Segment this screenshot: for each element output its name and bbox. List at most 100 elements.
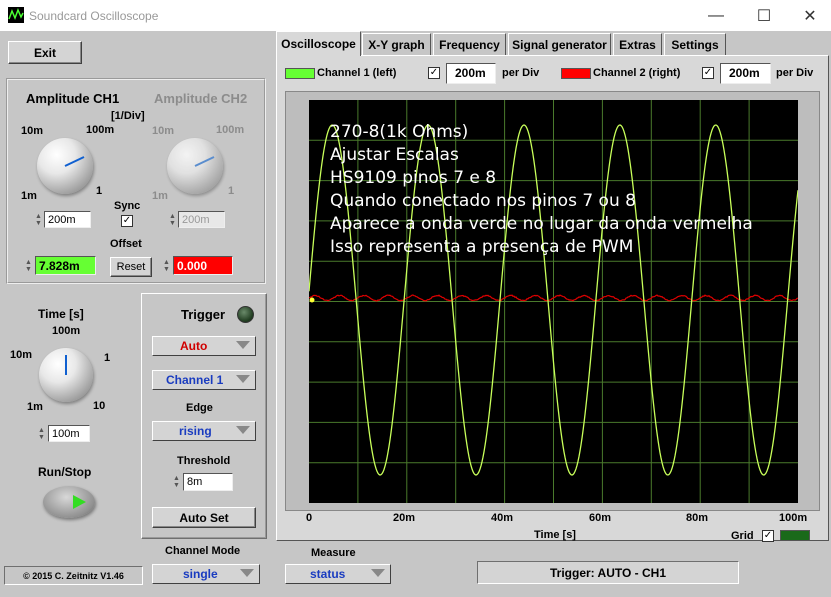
ch1-knob-tick-10m: 10m: [21, 125, 43, 137]
threshold-label: Threshold: [177, 455, 230, 467]
x-tick-0: 0: [306, 512, 312, 524]
play-icon: [73, 495, 87, 509]
auto-set-button[interactable]: Auto Set: [152, 507, 256, 528]
edge-label: Edge: [186, 402, 213, 414]
amplitude-ch1-title: Amplitude CH1: [26, 91, 119, 106]
ch2-scale-input[interactable]: 200m: [178, 211, 225, 228]
trigger-panel: [141, 293, 267, 539]
grid-color-swatch[interactable]: [780, 530, 810, 541]
time-knob-tick-1: 1: [104, 352, 110, 364]
annotation-line-4: Quando conectado nos pinos 7 ou 8: [330, 190, 753, 213]
tab-oscilloscope[interactable]: Oscilloscope: [276, 31, 361, 56]
amplitude-ch2-knob[interactable]: [167, 138, 223, 194]
channel-2-checkbox[interactable]: ✓: [702, 67, 714, 79]
tab-xy-graph[interactable]: X-Y graph: [362, 33, 431, 55]
time-knob-tick-10m: 10m: [10, 349, 32, 361]
time-scale-spinner[interactable]: ▲ ▼: [37, 425, 46, 442]
close-button[interactable]: ✕: [787, 0, 831, 31]
channel-mode-value: single: [183, 567, 218, 581]
measure-dropdown[interactable]: status: [285, 564, 391, 584]
maximize-button[interactable]: ☐: [741, 0, 787, 31]
channel-2-color-swatch[interactable]: [561, 68, 591, 79]
annotation-line-2: Ajustar Escalas: [330, 144, 753, 167]
grid-checkbox[interactable]: ✓: [762, 530, 774, 542]
chevron-down-icon: [236, 375, 250, 383]
time-knob-tick-100m: 100m: [52, 325, 80, 337]
ch1-knob-pointer: [37, 138, 93, 194]
amplitude-ch1-knob[interactable]: [37, 138, 93, 194]
channel-mode-dropdown[interactable]: single: [152, 564, 260, 584]
tab-settings[interactable]: Settings: [664, 33, 726, 55]
window-title: Soundcard Oscilloscope: [29, 9, 158, 23]
annotation-line-3: HS9109 pinos 7 e 8: [330, 167, 753, 190]
chevron-down-icon: [236, 426, 250, 434]
amplitude-unit: [1/Div]: [111, 110, 145, 122]
exit-button[interactable]: Exit: [8, 41, 82, 64]
x-tick-80m: 80m: [686, 512, 708, 524]
run-stop-button[interactable]: [43, 486, 95, 518]
threshold-spinner[interactable]: ▲ ▼: [172, 473, 181, 490]
annotation-line-6: Isso representa a presença de PWM: [330, 236, 753, 259]
grid-label: Grid: [731, 530, 754, 542]
trigger-mode-dropdown[interactable]: Auto: [152, 336, 256, 356]
ch2-knob-tick-100m: 100m: [216, 124, 244, 136]
ch2-knob-tick-1: 1: [228, 185, 234, 197]
threshold-input[interactable]: 8m: [183, 473, 233, 491]
minimize-button[interactable]: —: [693, 0, 739, 31]
measure-label: Measure: [311, 547, 356, 559]
x-tick-40m: 40m: [491, 512, 513, 524]
trigger-title: Trigger: [181, 307, 225, 322]
tab-signal-generator[interactable]: Signal generator: [508, 33, 611, 55]
measure-value: status: [310, 567, 345, 581]
channel-1-per-div-label: per Div: [502, 67, 539, 79]
ch1-scale-spinner[interactable]: ▲ ▼: [34, 211, 43, 228]
trigger-channel-value: Channel 1: [166, 373, 223, 387]
x-tick-60m: 60m: [589, 512, 611, 524]
edge-dropdown[interactable]: rising: [152, 421, 256, 441]
x-tick-20m: 20m: [393, 512, 415, 524]
ch2-knob-tick-10m: 10m: [152, 125, 174, 137]
time-scale-input[interactable]: 100m: [48, 425, 90, 442]
amplitude-ch2-title: Amplitude CH2: [154, 91, 247, 106]
offset-reset-button[interactable]: Reset: [110, 257, 152, 277]
trigger-channel-dropdown[interactable]: Channel 1: [152, 370, 256, 390]
ch2-knob-pointer: [167, 138, 223, 194]
tab-extras[interactable]: Extras: [613, 33, 662, 55]
ch2-knob-tick-1m: 1m: [152, 190, 168, 202]
time-knob-tick-10: 10: [93, 400, 105, 412]
x-axis-label: Time [s]: [534, 529, 576, 541]
annotation-line-5: Aparece a onda verde no lugar da onda ve…: [330, 213, 753, 236]
time-knob-pointer: [39, 348, 93, 402]
run-stop-label: Run/Stop: [38, 465, 91, 479]
ch1-offset-input[interactable]: 7.828m: [35, 256, 96, 275]
sync-label: Sync: [114, 200, 140, 212]
ch1-knob-tick-1m: 1m: [21, 190, 37, 202]
channel-1-color-swatch[interactable]: [285, 68, 315, 79]
ch2-offset-spinner[interactable]: ▲ ▼: [162, 257, 171, 274]
ch2-offset-input[interactable]: 0.000: [173, 256, 233, 275]
title-bar: Soundcard Oscilloscope — ☐ ✕: [0, 0, 831, 31]
ch1-offset-spinner[interactable]: ▲ ▼: [24, 257, 33, 274]
trigger-mode-value: Auto: [180, 339, 207, 353]
channel-2-label: Channel 2 (right): [593, 67, 680, 79]
channel-mode-label: Channel Mode: [165, 545, 240, 557]
trigger-status-display: Trigger: AUTO - CH1: [477, 561, 739, 584]
channel-1-checkbox[interactable]: ✓: [428, 67, 440, 79]
time-knob-tick-1m: 1m: [27, 401, 43, 413]
channel-1-div-input[interactable]: 200m: [446, 63, 496, 84]
copyright-label: © 2015 C. Zeitnitz V1.46: [4, 566, 143, 585]
ch1-scale-input[interactable]: 200m: [44, 211, 91, 228]
tab-frequency[interactable]: Frequency: [433, 33, 506, 55]
channel-2-div-input[interactable]: 200m: [720, 63, 771, 84]
sync-checkbox[interactable]: ✓: [121, 215, 133, 227]
scope-annotation: 270-8(1k Ohms) Ajustar Escalas HS9109 pi…: [330, 121, 753, 259]
ch2-scale-spinner[interactable]: ▲ ▼: [168, 211, 177, 228]
app-icon: [8, 7, 24, 23]
channel-1-label: Channel 1 (left): [317, 67, 396, 79]
x-tick-100m: 100m: [779, 512, 807, 524]
time-knob[interactable]: [39, 348, 93, 402]
annotation-line-1: 270-8(1k Ohms): [330, 121, 753, 144]
time-title: Time [s]: [38, 307, 84, 321]
chevron-down-icon: [240, 569, 254, 577]
trigger-led-indicator: [237, 306, 254, 323]
